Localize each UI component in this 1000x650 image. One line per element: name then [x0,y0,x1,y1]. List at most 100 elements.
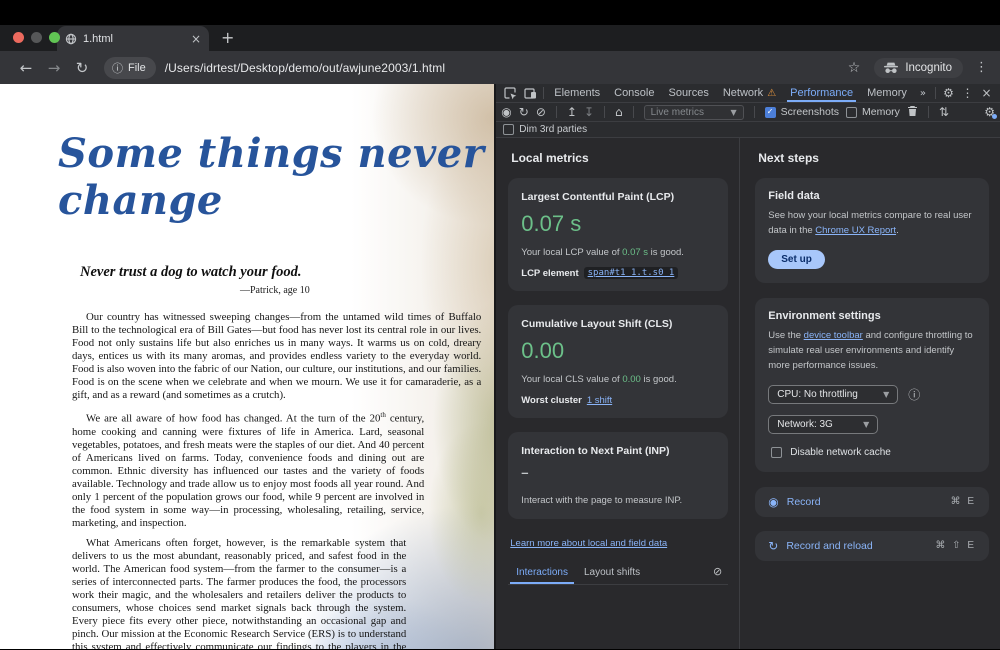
network-throttle-select[interactable]: Network: 3G ▼ [768,415,878,434]
paragraph-text: We are all aware of how food has changed… [86,413,380,425]
collect-garbage-icon[interactable] [907,105,918,119]
record-and-reload-button[interactable]: ↻ Record and reload ⌘ ⇧ E [755,531,989,561]
desc-text: Your local CLS value of [521,374,622,385]
divider [754,106,755,118]
screenshots-label: Screenshots [781,106,839,118]
devtools-panel: Elements Console Sources Network⚠ Perfor… [494,84,1000,649]
devtools-menu-icon[interactable]: ⋮ [958,86,977,100]
memory-option[interactable]: Memory [846,106,900,118]
bookmark-star-icon[interactable]: ☆ [848,60,861,76]
tab-label: Network [723,87,763,99]
minimize-window-button[interactable] [31,32,42,43]
inp-value: – [521,465,715,480]
record-toolbar-icon[interactable]: ◉ [501,106,511,118]
tab-interactions[interactable]: Interactions [508,564,576,584]
tab-console[interactable]: Console [607,84,661,102]
environment-settings-title: Environment settings [768,310,976,322]
address-url[interactable]: /Users/idrtest/Desktop/demo/out/awjune20… [165,61,445,75]
tab-elements[interactable]: Elements [547,84,607,102]
paragraph-text: century, home cooking and canning were f… [72,413,424,529]
environment-settings-card: Environment settings Use the device tool… [755,298,989,471]
lcp-card: Largest Contentful Paint (LCP) 0.07 s Yo… [508,178,728,291]
screenshots-checkbox[interactable]: ✓ [765,107,776,118]
forward-button[interactable]: → [40,59,68,77]
content-area: Some things never change Never trust a d… [0,84,1000,649]
inspect-element-icon[interactable] [500,84,520,102]
lcp-title: Largest Contentful Paint (LCP) [521,191,715,203]
tab-memory[interactable]: Memory [860,84,914,102]
record-reload-label: Record and reload [786,540,872,552]
chevron-down-icon: ▼ [883,390,889,399]
cls-description: Your local CLS value of 0.00 is good. [521,373,715,386]
clear-log-icon[interactable]: ⊘ [713,565,722,582]
incognito-badge: Incognito [874,58,963,78]
home-icon[interactable]: ⌂ [615,106,623,118]
record-reload-toolbar-icon[interactable]: ↻ [519,106,529,118]
settings-gear-notification-icon[interactable]: ⚙ [984,106,995,118]
tab-label: Sources [668,87,708,99]
cls-value: 0.00 [521,338,715,364]
more-tabs-icon[interactable]: » [914,84,932,102]
learn-more-link[interactable]: Learn more about local and field data [510,538,667,549]
article-paragraph: We are all aware of how food has changed… [72,409,424,530]
article-paragraph: What Americans often forget, however, is… [72,537,406,649]
field-data-card: Field data See how your local metrics co… [755,178,989,283]
globe-icon [65,33,77,45]
window-controls [13,32,60,43]
body-text: . [896,225,899,236]
field-data-title: Field data [768,190,976,202]
device-toolbar-icon[interactable] [520,84,540,102]
info-icon[interactable]: ⓘ [908,386,920,403]
article-quote: Never trust a dog to watch your food. [80,264,494,281]
clear-icon[interactable]: ⊘ [536,106,546,118]
memory-checkbox[interactable] [846,107,857,118]
screenshots-option[interactable]: ✓ Screenshots [765,106,839,118]
network-throttle-value: Network: 3G [777,419,833,430]
record-reload-shortcut: ⌘ ⇧ E [935,540,976,551]
close-devtools-icon[interactable]: × [977,86,996,100]
disable-cache-checkbox[interactable] [771,447,782,458]
back-button[interactable]: ← [12,59,40,77]
file-scheme-chip[interactable]: ⓘ File [104,57,156,79]
quote-attribution: —Patrick, age 10 [240,285,494,296]
body-text: Use the [768,330,803,341]
record-button[interactable]: ◉ Record ⌘ E [755,487,989,517]
tab-sources[interactable]: Sources [661,84,715,102]
new-tab-button[interactable]: + [221,30,234,46]
inp-description: Interact with the page to measure INP. [521,494,715,507]
tab-layout-shifts[interactable]: Layout shifts [576,564,648,584]
performance-panel-body: Local metrics Largest Contentful Paint (… [496,138,1000,649]
tab-close-icon[interactable]: × [191,33,201,45]
cpu-throttle-select[interactable]: CPU: No throttling ▼ [768,385,898,404]
device-toolbar-link[interactable]: device toolbar [804,330,863,341]
browser-menu-icon[interactable]: ⋮ [975,60,988,75]
tab-network[interactable]: Network⚠ [716,84,783,102]
memory-label: Memory [862,106,900,118]
lcp-description: Your local LCP value of 0.07 s is good. [521,246,715,259]
local-metrics-heading: Local metrics [511,151,728,165]
set-up-button[interactable]: Set up [768,250,825,269]
crux-report-link[interactable]: Chrome UX Report [815,225,896,236]
save-profile-icon[interactable]: ↧ [584,106,594,118]
fullscreen-window-button[interactable] [49,32,60,43]
reload-button[interactable]: ↻ [68,59,96,77]
disable-cache-row[interactable]: Disable network cache [768,447,976,458]
settings-gear-icon[interactable]: ⚙ [939,86,958,100]
browser-tab[interactable]: 1.html × [57,26,209,51]
lcp-element-link[interactable]: span#t1_1.t.s0_1 [584,267,679,279]
load-profile-icon[interactable]: ↥ [567,106,577,118]
divider [928,106,929,118]
divider [633,106,634,118]
dim-third-parties-checkbox[interactable] [503,124,514,135]
tab-label: Console [614,87,654,99]
cls-cluster-link[interactable]: 1 shift [587,395,612,406]
collapse-sections-icon[interactable]: ⇅ [939,106,949,118]
tab-performance[interactable]: Performance [783,84,860,102]
live-metrics-select[interactable]: Live metrics ▼ [644,105,744,120]
live-metrics-label: Live metrics [651,107,704,118]
environment-settings-body: Use the device toolbar and configure thr… [768,329,976,373]
dim-third-parties-label: Dim 3rd parties [519,124,587,135]
lcp-element-row: LCP element span#t1_1.t.s0_1 [521,267,715,279]
divider [556,106,557,118]
close-window-button[interactable] [13,32,24,43]
